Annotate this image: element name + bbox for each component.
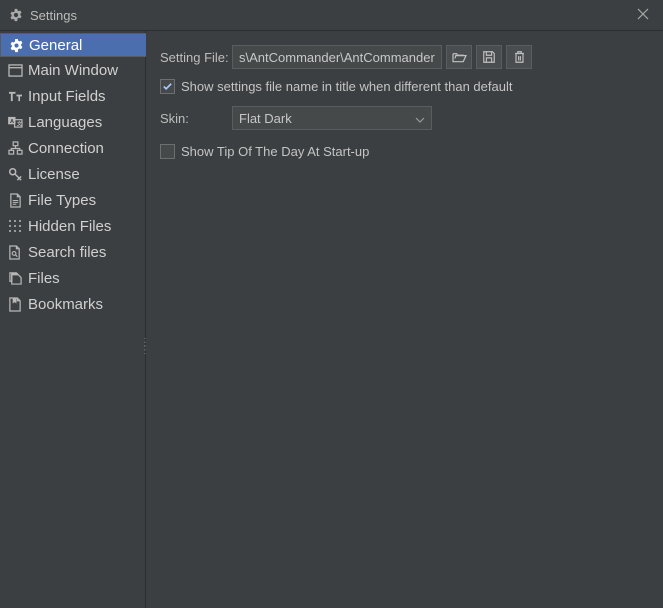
sidebar-item-label: General xyxy=(29,37,82,54)
skin-value: Flat Dark xyxy=(239,111,292,126)
window-icon xyxy=(6,64,24,77)
sidebar-item-file-types[interactable]: File Types xyxy=(0,187,145,213)
search-icon xyxy=(6,245,24,260)
sidebar-item-label: Languages xyxy=(28,114,102,131)
sidebar-item-label: Input Fields xyxy=(28,88,106,105)
delete-file-button[interactable] xyxy=(506,45,532,69)
sidebar: General Main Window Input Fields A文 Language… xyxy=(0,31,146,608)
show-filename-label[interactable]: Show settings file name in title when di… xyxy=(181,79,512,94)
open-file-button[interactable] xyxy=(446,45,472,69)
show-tip-label[interactable]: Show Tip Of The Day At Start-up xyxy=(181,144,369,159)
grid-icon xyxy=(6,219,24,233)
chevron-down-icon xyxy=(415,111,425,126)
filetype-icon xyxy=(6,193,24,208)
show-filename-checkbox[interactable] xyxy=(160,79,175,94)
sidebar-item-label: Main Window xyxy=(28,62,118,79)
svg-text:A: A xyxy=(9,119,13,125)
lang-icon: A文 xyxy=(6,116,24,128)
sidebar-item-label: Bookmarks xyxy=(28,296,103,313)
sidebar-item-label: License xyxy=(28,166,80,183)
gear-icon xyxy=(7,38,25,53)
save-file-button[interactable] xyxy=(476,45,502,69)
main-panel: Setting File: Show settings file name in… xyxy=(146,31,663,608)
skin-select[interactable]: Flat Dark xyxy=(232,106,432,130)
show-tip-checkbox[interactable] xyxy=(160,144,175,159)
bookmark-icon xyxy=(6,297,24,312)
setting-file-input[interactable] xyxy=(232,45,442,69)
key-icon xyxy=(6,167,24,182)
sidebar-item-label: File Types xyxy=(28,192,96,209)
sidebar-item-connection[interactable]: Connection xyxy=(0,135,145,161)
skin-label: Skin: xyxy=(160,111,232,126)
sidebar-item-label: Files xyxy=(28,270,60,287)
settings-icon xyxy=(8,7,24,23)
sidebar-item-bookmarks[interactable]: Bookmarks xyxy=(0,291,145,317)
sidebar-item-license[interactable]: License xyxy=(0,161,145,187)
window-title: Settings xyxy=(30,8,77,23)
sidebar-item-label: Hidden Files xyxy=(28,218,111,235)
sidebar-item-search-files[interactable]: Search files xyxy=(0,239,145,265)
sidebar-item-hidden-files[interactable]: Hidden Files xyxy=(0,213,145,239)
files-icon xyxy=(6,271,24,285)
sidebar-item-files[interactable]: Files xyxy=(0,265,145,291)
setting-file-label: Setting File: xyxy=(160,50,232,65)
sidebar-item-input-fields[interactable]: Input Fields xyxy=(0,83,145,109)
titlebar: Settings xyxy=(0,0,663,31)
sidebar-item-label: Search files xyxy=(28,244,106,261)
text-icon xyxy=(6,90,24,103)
network-icon xyxy=(6,141,24,155)
sidebar-item-languages[interactable]: A文 Languages xyxy=(0,109,145,135)
sidebar-item-main-window[interactable]: Main Window xyxy=(0,57,145,83)
sidebar-item-label: Connection xyxy=(28,140,104,157)
close-button[interactable] xyxy=(631,4,655,27)
